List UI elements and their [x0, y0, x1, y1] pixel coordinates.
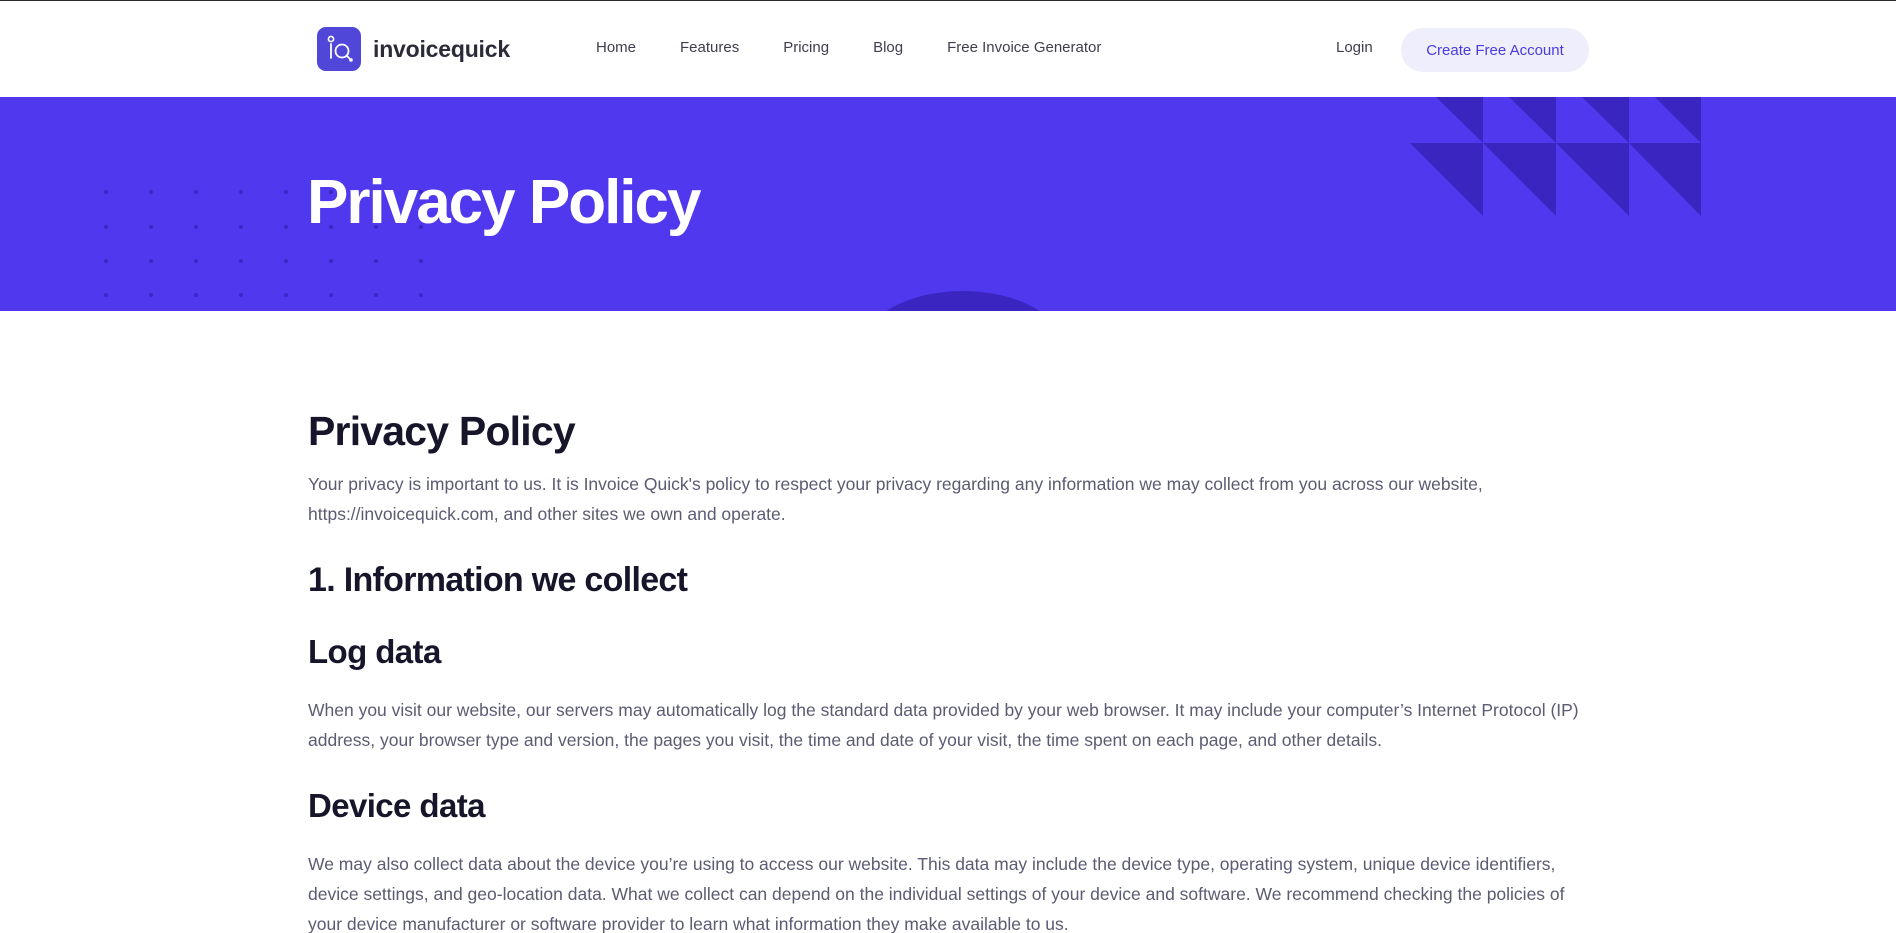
brand-logo-icon — [317, 27, 361, 71]
section-heading-information-we-collect: 1. Information we collect — [308, 561, 688, 599]
nav-pricing-link[interactable]: Pricing — [783, 39, 829, 56]
device-data-paragraph: We may also collect data about the devic… — [308, 854, 1565, 933]
hero-decoration-shapes — [886, 97, 1701, 311]
nav-blog-link[interactable]: Blog — [873, 39, 903, 56]
subheading-log-data: Log data — [308, 633, 441, 670]
nav-features-link[interactable]: Features — [680, 39, 739, 56]
brand-name: invoicequick — [373, 35, 510, 62]
intro-paragraph: Your privacy is important to us. It is I… — [308, 474, 1483, 524]
document-title: Privacy Policy — [308, 408, 576, 454]
hero-banner: Privacy Policy — [0, 97, 1896, 311]
policy-content: Privacy Policy Your privacy is important… — [308, 405, 1588, 933]
nav-free-invoice-generator-link[interactable]: Free Invoice Generator — [947, 39, 1101, 56]
log-data-paragraph: When you visit our website, our servers … — [308, 700, 1579, 750]
main-navigation: Home Features Pricing Blog Free Invoice … — [596, 39, 1101, 56]
hero-title: Privacy Policy — [307, 168, 701, 237]
nav-home-link[interactable]: Home — [596, 39, 636, 56]
brand-logo-link[interactable]: invoicequick — [317, 27, 510, 71]
login-link[interactable]: Login — [1336, 39, 1373, 56]
subheading-device-data: Device data — [308, 787, 485, 824]
create-free-account-button[interactable]: Create Free Account — [1401, 28, 1589, 72]
site-header: invoicequick Home Features Pricing Blog … — [0, 1, 1896, 97]
